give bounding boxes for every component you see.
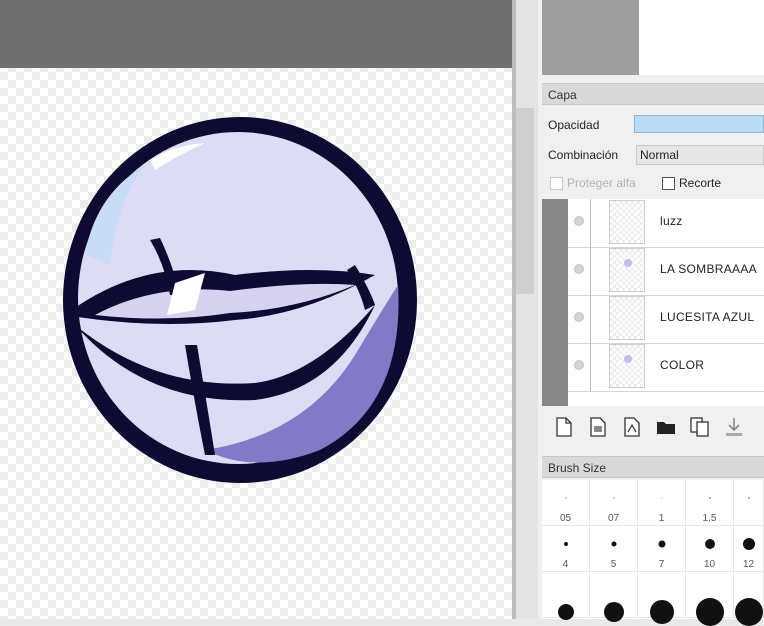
- brush-size-cell[interactable]: 4: [542, 526, 590, 572]
- layer-thumbnail: [609, 248, 645, 292]
- brush-size-grid: 05 07 1 1.5 4 5 7 10 12: [542, 480, 764, 626]
- visibility-eye-icon[interactable]: [574, 360, 584, 370]
- blend-mode-select[interactable]: Normal: [636, 145, 764, 165]
- visibility-eye-icon[interactable]: [574, 312, 584, 322]
- blend-mode-label: Combinación: [548, 148, 619, 162]
- protect-alpha-label: Proteger alfa: [567, 176, 636, 190]
- thumbnail-content: [624, 355, 632, 363]
- navigator-preview: [639, 0, 764, 75]
- new-layer-copy-icon[interactable]: [586, 415, 610, 439]
- brush-size-cell[interactable]: 12: [734, 526, 764, 572]
- brush-size-cell[interactable]: 05: [542, 480, 590, 526]
- brush-preview-dot: [708, 497, 711, 499]
- brush-size-label: 07: [607, 513, 620, 524]
- layer-selection-strip: [542, 199, 568, 406]
- brush-size-cell[interactable]: [686, 572, 734, 626]
- layer-name: luzz: [660, 214, 683, 228]
- brush-size-label: 5: [610, 559, 617, 570]
- panel-scrollbar[interactable]: [516, 0, 538, 619]
- brush-size-cell[interactable]: [542, 572, 590, 620]
- merge-down-icon[interactable]: [722, 415, 746, 439]
- brush-preview-dot: [557, 604, 574, 620]
- layer-name: LUCESITA AZUL: [660, 310, 755, 324]
- brush-size-cell[interactable]: 07: [590, 480, 638, 526]
- brush-size-label: 12: [742, 559, 755, 570]
- brush-size-cell[interactable]: 1: [638, 480, 686, 526]
- protect-alpha-option[interactable]: Proteger alfa: [550, 176, 636, 190]
- brush-preview-dot: [563, 542, 568, 546]
- brush-preview-dot: [649, 600, 674, 624]
- layer-thumbnail: [609, 296, 645, 340]
- canvas-top-bar: [0, 0, 512, 68]
- drawing-canvas[interactable]: [0, 0, 512, 619]
- brush-preview-dot: [565, 497, 566, 499]
- layer-row[interactable]: COLOR: [568, 343, 764, 392]
- brush-preview-dot: [603, 602, 624, 622]
- opacity-label: Opacidad: [548, 118, 600, 132]
- brush-size-label: 4: [562, 559, 569, 570]
- brush-size-cell[interactable]: [590, 572, 638, 622]
- layer-divider: [590, 295, 591, 343]
- brush-size-header: Brush Size: [542, 456, 764, 478]
- brush-preview-dot: [742, 538, 755, 550]
- brush-preview-dot: [611, 541, 616, 547]
- brush-size-label: 1.5: [702, 513, 717, 524]
- thumbnail-content: [624, 259, 632, 267]
- layer-toolbar: [542, 410, 764, 444]
- brush-size-cell[interactable]: 7: [638, 526, 686, 572]
- protect-alpha-checkbox[interactable]: [550, 176, 563, 190]
- brush-size-cell[interactable]: [734, 480, 764, 526]
- layer-panel-header: Capa: [542, 83, 764, 105]
- new-vector-layer-icon[interactable]: [620, 415, 644, 439]
- brush-preview-dot: [613, 497, 614, 499]
- artwork-drawing: [63, 117, 417, 483]
- brush-size-cell[interactable]: 10: [686, 526, 734, 572]
- brush-size-cell[interactable]: [734, 572, 764, 626]
- brush-size-label: 7: [658, 559, 665, 570]
- opacity-slider[interactable]: [634, 115, 764, 133]
- new-layer-icon[interactable]: [552, 415, 576, 439]
- layer-thumbnail: [609, 344, 645, 388]
- layer-divider: [590, 199, 591, 247]
- brush-preview-dot: [704, 539, 715, 549]
- brush-preview-dot: [658, 540, 665, 548]
- brush-size-label: 05: [559, 513, 572, 524]
- layer-divider: [590, 247, 591, 295]
- layer-list: luzz LA SOMBRAAAA LUCESITA AZUL COLOR: [542, 199, 764, 406]
- layer-name: COLOR: [660, 358, 705, 372]
- duplicate-layer-icon[interactable]: [688, 415, 712, 439]
- brush-size-label: 1: [658, 513, 665, 524]
- clipping-label: Recorte: [679, 176, 722, 190]
- panel-scrollbar-thumb[interactable]: [516, 108, 534, 294]
- clipping-option[interactable]: Recorte: [662, 176, 721, 190]
- layer-name: LA SOMBRAAAA: [660, 262, 757, 276]
- brush-size-label: 10: [703, 559, 716, 570]
- brush-size-cell[interactable]: 5: [590, 526, 638, 572]
- brush-preview-dot: [695, 598, 724, 626]
- layer-thumbnail: [609, 200, 645, 244]
- brush-preview-dot: [734, 598, 763, 626]
- brush-preview-dot: [661, 497, 662, 499]
- layer-row[interactable]: luzz: [568, 199, 764, 248]
- layer-divider: [590, 343, 591, 391]
- color-swatch[interactable]: [542, 0, 639, 75]
- brush-preview-dot: [747, 497, 750, 499]
- visibility-eye-icon[interactable]: [574, 216, 584, 226]
- layer-row[interactable]: LUCESITA AZUL: [568, 295, 764, 344]
- brush-size-cell[interactable]: [638, 572, 686, 624]
- layer-row[interactable]: LA SOMBRAAAA: [568, 247, 764, 296]
- folder-icon[interactable]: [654, 415, 678, 439]
- visibility-eye-icon[interactable]: [574, 264, 584, 274]
- clipping-checkbox[interactable]: [662, 176, 675, 190]
- brush-size-cell[interactable]: 1.5: [686, 480, 734, 526]
